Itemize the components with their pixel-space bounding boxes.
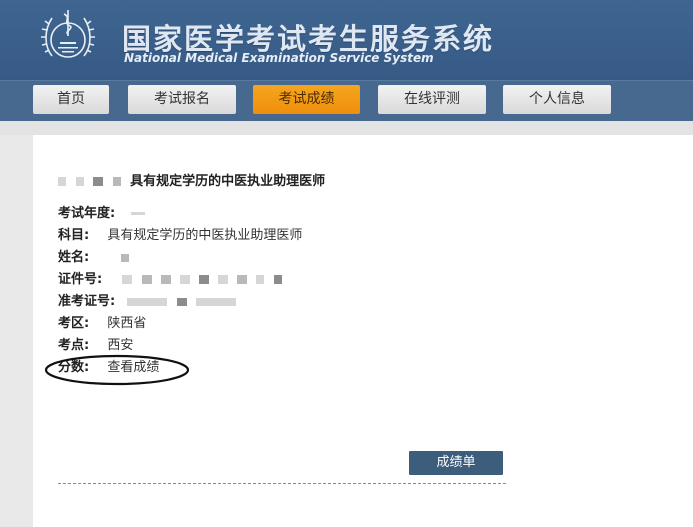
redacted-mark [131,212,146,215]
field-value: 陕西省 [107,316,147,331]
site-header: 国家医学考试考生服务系统 National Medical Examinatio… [0,0,693,80]
nav-home[interactable]: 首页 [33,85,109,114]
highlight-circle [44,354,190,386]
nav-exam-scores[interactable]: 考试成绩 [253,85,360,114]
nav-exam-registration[interactable]: 考试报名 [128,85,236,114]
redacted-mark [160,275,171,284]
field-exam-year: 考试年度: [58,204,150,224]
redacted-mark [112,177,121,186]
nav-personal-info[interactable]: 个人信息 [503,85,611,114]
dashed-divider [58,483,506,484]
field-value: 西安 [107,338,134,353]
site-subtitle-en: National Medical Examination Service Sys… [124,51,434,65]
redacted-mark [93,177,104,186]
redacted-mark [141,275,152,284]
nav-online-assessment[interactable]: 在线评测 [378,85,486,114]
field-label: 姓名: [58,250,90,265]
field-exam-site: 考点: 西安 [58,336,133,356]
redacted-mark [127,297,168,306]
redacted-mark [273,275,282,284]
main-nav: 首页 考试报名 考试成绩 在线评测 个人信息 [0,80,693,121]
field-label: 考点: [58,338,90,353]
medical-emblem-logo [41,10,95,58]
redacted-mark [256,275,265,284]
field-id-number: 证件号: [58,270,287,290]
redacted-mark [237,275,248,284]
redacted-mark [58,177,66,186]
field-subject: 科目: 具有规定学历的中医执业助理医师 [58,226,302,246]
field-label: 考试年度: [58,206,116,221]
field-admission-ticket: 准考证号: [58,292,241,312]
field-name: 姓名: [58,248,134,268]
divider-band [0,121,693,135]
redacted-mark [122,275,133,284]
redacted-mark [121,253,130,262]
field-label: 科目: [58,228,90,243]
exam-heading-text: 具有规定学历的中医执业助理医师 [130,174,326,189]
redacted-mark [179,275,190,284]
redacted-mark [195,297,236,306]
redacted-mark [199,275,210,284]
field-label: 准考证号: [58,294,116,309]
redacted-mark [75,177,84,186]
field-label: 考区: [58,316,90,331]
score-report-button[interactable]: 成绩单 [409,451,503,475]
redacted-mark [176,297,187,306]
field-value: 具有规定学历的中医执业助理医师 [107,228,303,243]
redacted-mark [218,275,229,284]
field-label: 证件号: [58,272,103,287]
field-exam-region: 考区: 陕西省 [58,314,146,334]
exam-heading: 具有规定学历的中医执业助理医师 [58,170,325,189]
